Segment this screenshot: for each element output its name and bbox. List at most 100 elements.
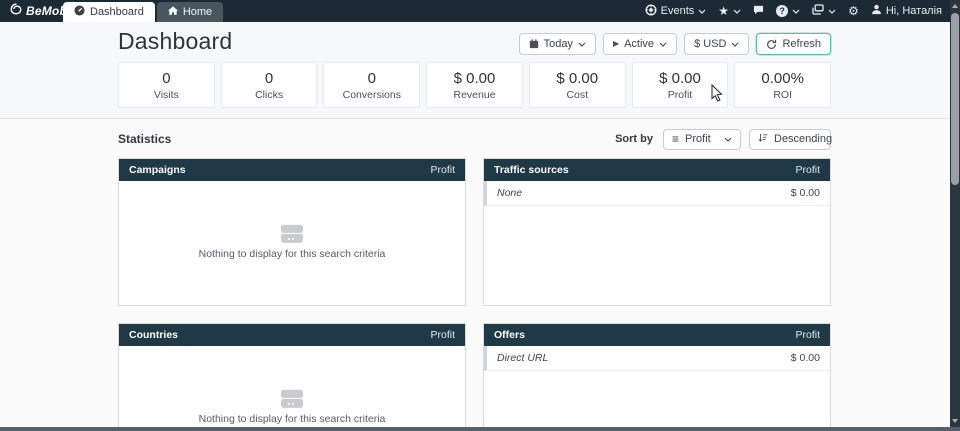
scroll-up-button[interactable]: [950, 0, 960, 12]
stat-label: Revenue: [454, 89, 496, 101]
panel-row[interactable]: None $ 0.00: [484, 181, 830, 206]
currency-button[interactable]: $ USD: [684, 33, 749, 55]
events-menu[interactable]: Events: [645, 4, 707, 19]
scroll-up-icon: [952, 4, 958, 8]
status-filter-label: Active: [624, 38, 654, 50]
panel-offers-header: Offers Profit: [484, 324, 830, 346]
stat-card-visits: 0 Visits: [118, 62, 215, 108]
events-label: Events: [661, 5, 695, 17]
vertical-scrollbar[interactable]: [950, 0, 960, 431]
panel-row[interactable]: Direct URL $ 0.00: [484, 346, 830, 371]
stat-value: $ 0.00: [454, 70, 496, 87]
stat-label: Conversions: [343, 89, 401, 101]
windows-stack-icon: [812, 4, 824, 18]
settings-button[interactable]: ⚙: [848, 5, 859, 17]
sort-order-select[interactable]: Descending: [749, 129, 831, 150]
stat-label: Clicks: [255, 89, 283, 101]
chevron-down-icon: [733, 9, 741, 14]
menu-icon: ≡: [672, 133, 679, 145]
stat-label: Visits: [154, 89, 179, 101]
stat-value: $ 0.00: [659, 70, 701, 87]
topbar-right-cluster: Events ★ ? ⚙: [645, 0, 942, 22]
tab-home-label: Home: [183, 6, 212, 18]
refresh-button[interactable]: Refresh: [756, 33, 831, 55]
panel-campaigns: Campaigns Profit Nothing to display for …: [118, 158, 466, 306]
tab-dashboard[interactable]: Dashboard: [63, 2, 155, 22]
panel-metric-label: Profit: [430, 164, 455, 176]
empty-data-icon: [281, 389, 303, 408]
date-range-button[interactable]: Today: [519, 33, 596, 55]
panel-traffic-sources-body: None $ 0.00: [484, 181, 830, 306]
panel-title: Countries: [129, 329, 178, 341]
bemob-logo[interactable]: BeMob: [10, 0, 67, 22]
status-filter-button[interactable]: ▶ Active: [603, 33, 677, 55]
sort-order-value: Descending: [774, 133, 832, 145]
panel-title: Offers: [494, 329, 525, 341]
stat-value: 0: [368, 70, 376, 87]
row-value: $ 0.00: [791, 352, 820, 364]
chevron-down-icon: [578, 42, 586, 47]
tab-home[interactable]: Home: [157, 2, 223, 22]
stat-card-profit: $ 0.00 Profit: [632, 62, 729, 108]
stat-label: Profit: [668, 89, 693, 101]
panel-offers-body: Direct URL $ 0.00: [484, 346, 830, 431]
row-name: Direct URL: [497, 352, 548, 364]
events-icon: [645, 4, 657, 19]
panel-traffic-sources-header: Traffic sources Profit: [484, 159, 830, 181]
user-menu[interactable]: Hi, Наталія: [871, 4, 942, 18]
sort-by-label: Sort by: [615, 133, 653, 145]
panel-offers: Offers Profit Direct URL $ 0.00: [483, 323, 831, 431]
stat-card-clicks: 0 Clicks: [221, 62, 318, 108]
stat-card-conversions: 0 Conversions: [323, 62, 420, 108]
sort-field-select[interactable]: ≡ Profit: [663, 129, 741, 150]
scrollbar-thumb[interactable]: [951, 13, 959, 185]
statistics-header: Statistics Sort by ≡ Profit Descending: [118, 128, 831, 150]
windows-menu[interactable]: [812, 4, 836, 18]
empty-state-text: Nothing to display for this search crite…: [119, 248, 465, 260]
gauge-icon: [74, 5, 85, 19]
help-menu[interactable]: ?: [776, 5, 800, 17]
header-toolbar: Today ▶ Active $ USD Refresh: [519, 33, 831, 55]
panel-title: Campaigns: [129, 164, 186, 176]
empty-state: Nothing to display for this search crite…: [119, 224, 465, 260]
sort-controls: Sort by ≡ Profit Descending: [615, 129, 831, 150]
panel-campaigns-header: Campaigns Profit: [119, 159, 465, 181]
empty-state: Nothing to display for this search crite…: [119, 389, 465, 425]
currency-label: $ USD: [694, 38, 726, 50]
home-icon: [168, 6, 178, 19]
panel-countries-header: Countries Profit: [119, 324, 465, 346]
summary-stats-row: 0 Visits 0 Clicks 0 Conversions $ 0.00 R…: [118, 62, 831, 108]
top-navbar: BeMob Dashboard Home Events: [0, 0, 960, 22]
row-value: $ 0.00: [791, 187, 820, 199]
tab-dashboard-label: Dashboard: [90, 6, 144, 18]
chevron-down-icon: [659, 42, 667, 47]
panel-countries-body: Nothing to display for this search crite…: [119, 346, 465, 431]
gear-icon: ⚙: [848, 5, 859, 17]
stat-card-revenue: $ 0.00 Revenue: [426, 62, 523, 108]
stat-value: $ 0.00: [556, 70, 598, 87]
brand-name: BeMob: [26, 4, 67, 18]
chat-icon: [753, 5, 764, 18]
statistics-section: Statistics Sort by ≡ Profit Descending: [0, 120, 960, 431]
date-range-label: Today: [544, 38, 573, 50]
stat-card-cost: $ 0.00 Cost: [529, 62, 626, 108]
row-name: None: [497, 187, 522, 199]
scroll-down-icon: [952, 419, 958, 423]
favorites-menu[interactable]: ★: [718, 5, 741, 17]
chevron-down-icon: [828, 9, 836, 14]
refresh-label: Refresh: [782, 38, 821, 50]
panel-title: Traffic sources: [494, 164, 569, 176]
topbar-tabs: Dashboard Home: [63, 2, 223, 22]
feedback-button[interactable]: [753, 5, 764, 18]
panel-campaigns-body: Nothing to display for this search crite…: [119, 181, 465, 306]
panel-metric-label: Profit: [430, 329, 455, 341]
bemob-swirl-icon: [10, 2, 23, 20]
bottom-window-edge: [0, 427, 960, 431]
statistics-panels-grid: Campaigns Profit Nothing to display for …: [118, 158, 831, 431]
page-title: Dashboard: [118, 28, 232, 55]
refresh-icon: [766, 39, 777, 50]
stat-label: ROI: [773, 89, 792, 101]
scroll-down-button[interactable]: [950, 415, 960, 427]
chevron-down-icon: [792, 9, 800, 14]
stat-label: Cost: [566, 89, 588, 101]
